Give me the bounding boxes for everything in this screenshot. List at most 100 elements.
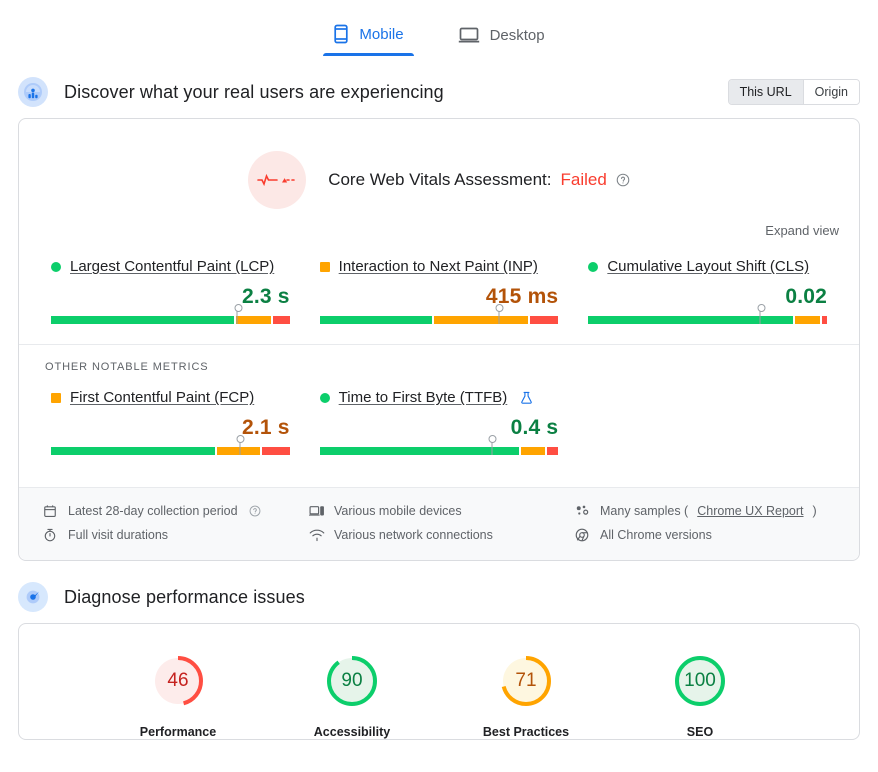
metric-inp-marker [495,304,504,324]
meta-network-connections-text: Various network connections [334,528,493,542]
dist-poor-segment [822,316,827,324]
gauge-accessibility: 90 [323,652,381,710]
meta-many-samples-text-after: ) [812,504,817,518]
field-section-title: Discover what your real users are experi… [64,81,444,102]
other-notable-metrics-label: OTHER NOTABLE METRICS [45,361,209,373]
help-circle-icon[interactable] [616,173,630,187]
meta-collection-period: Latest 28-day collection period [43,504,303,518]
score-performance-value: 46 [167,670,189,691]
dist-poor-segment [530,316,559,324]
score-accessibility-value: 90 [341,670,363,691]
collection-meta: Latest 28-day collection period Various … [19,487,859,560]
samples-icon [575,504,591,518]
laptop-icon [458,26,480,44]
device-tabs: Mobile Desktop [0,0,878,56]
metric-ttfb-marker [488,435,497,455]
chrome-icon [575,528,591,542]
dist-needs-improvement-segment [794,316,821,324]
dist-needs-improvement-segment [521,447,545,455]
core-web-vitals-metrics: Largest Contentful Paint (LCP) 2.3 s Int… [19,244,859,342]
metric-inp-distribution [319,304,559,324]
metric-cls: Cumulative Layout Shift (CLS) 0.02 [588,258,827,324]
metric-ttfb-value: 0.4 s [510,416,559,439]
dist-needs-improvement-segment [434,316,529,324]
metric-lcp-label[interactable]: Largest Contentful Paint (LCP) [70,258,274,275]
metric-fcp-value: 2.1 s [241,416,290,439]
score-gauges: 46 Performance 90 Accessibility 71 Best … [19,624,859,739]
metric-lcp-distribution [51,304,290,324]
metric-cls-marker [757,304,766,324]
metrics-spacer [588,389,827,455]
score-seo[interactable]: 100 SEO [642,652,758,739]
metric-inp-value: 415 ms [485,285,559,308]
flask-icon[interactable] [520,391,533,405]
metric-ttfb-label[interactable]: Time to First Byte (TTFB) [339,389,508,406]
metric-cls-value: 0.02 [785,285,827,308]
metric-lcp: Largest Contentful Paint (LCP) 2.3 s [51,258,290,324]
wifi-icon [309,529,325,542]
dist-good-segment [319,447,520,455]
dist-poor-segment [546,447,559,455]
metric-ttfb-distribution [319,435,559,455]
dist-needs-improvement-segment [236,316,272,324]
tab-desktop[interactable]: Desktop [448,20,555,56]
metric-inp-header: Interaction to Next Paint (INP) [319,258,559,275]
meta-visit-durations: Full visit durations [43,528,303,542]
metric-fcp-label[interactable]: First Contentful Paint (FCP) [70,389,254,406]
chrome-ux-report-link[interactable]: Chrome UX Report [697,504,803,518]
score-best-practices-value: 71 [515,670,537,691]
help-circle-icon[interactable] [249,505,261,517]
calendar-icon [43,504,59,518]
meta-mobile-devices: Various mobile devices [309,504,569,518]
cwv-assessment-label: Core Web Vitals Assessment: [328,170,552,189]
other-notable-metrics: First Contentful Paint (FCP) 2.1 s Time … [19,375,859,473]
meta-many-samples-text: Many samples ( [600,504,689,518]
phone-icon [333,24,349,44]
target-icon [18,582,48,612]
devices-icon [309,504,325,518]
meta-chrome-versions: All Chrome versions [575,528,835,542]
gauge-best-practices: 71 [497,652,555,710]
metric-fcp-header: First Contentful Paint (FCP) [51,389,290,406]
gauge-performance: 46 [149,652,207,710]
metric-inp-label[interactable]: Interaction to Next Paint (INP) [339,258,538,275]
metric-cls-header: Cumulative Layout Shift (CLS) [588,258,827,275]
meta-many-samples: Many samples ( Chrome UX Report) [575,504,835,518]
metric-fcp: First Contentful Paint (FCP) 2.1 s [51,389,290,455]
scope-origin[interactable]: Origin [802,80,859,104]
meta-visit-durations-text: Full visit durations [68,528,169,542]
status-swatch-average-icon [319,261,330,272]
scope-this-url[interactable]: This URL [728,80,803,104]
users-chart-icon [18,77,48,107]
meta-network-connections: Various network connections [309,528,569,542]
status-swatch-good-icon [51,261,61,272]
cwv-assessment-title: Core Web Vitals Assessment: Failed [328,170,630,190]
tab-mobile[interactable]: Mobile [323,18,414,56]
status-swatch-average-icon [51,392,61,403]
score-performance-label: Performance [139,725,217,739]
score-accessibility[interactable]: 90 Accessibility [294,652,410,739]
meta-chrome-versions-text: All Chrome versions [600,528,712,542]
dist-good-segment [588,316,793,324]
scope-toggle: This URL Origin [727,79,860,105]
score-best-practices[interactable]: 71 Best Practices [468,652,584,739]
pulse-icon [248,151,307,209]
metric-cls-label[interactable]: Cumulative Layout Shift (CLS) [607,258,809,275]
meta-mobile-devices-text: Various mobile devices [334,504,462,518]
expand-view-button[interactable]: Expand view [765,223,839,238]
dist-good-segment [51,447,216,455]
lab-section-title: Diagnose performance issues [64,586,305,607]
metric-fcp-marker [236,435,245,455]
tab-desktop-label: Desktop [489,26,545,44]
metric-ttfb-header: Time to First Byte (TTFB) [319,389,559,406]
lab-section-header: Diagnose performance issues [0,575,878,619]
meta-collection-period-text: Latest 28-day collection period [68,504,238,518]
metric-inp: Interaction to Next Paint (INP) 415 ms [319,258,559,324]
cwv-assessment: Core Web Vitals Assessment: Failed [19,119,859,219]
score-performance[interactable]: 46 Performance [120,652,236,739]
score-accessibility-label: Accessibility [313,725,391,739]
metric-lcp-value: 2.3 s [241,285,290,308]
expand-view-row: Expand view [19,219,859,244]
dist-poor-segment [261,447,290,455]
status-swatch-good-icon [588,261,599,272]
